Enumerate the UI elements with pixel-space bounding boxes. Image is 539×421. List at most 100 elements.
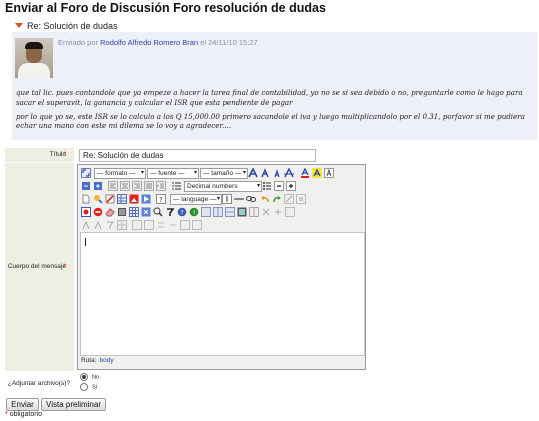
eraser-icon[interactable]	[105, 207, 115, 217]
merge-cells-icon[interactable]	[237, 207, 247, 217]
redo-format-icon[interactable]	[93, 181, 103, 191]
align-left-icon[interactable]	[108, 181, 118, 191]
table-edit-icon[interactable]	[129, 207, 139, 217]
visual-aid-icon[interactable]	[192, 220, 202, 230]
toolbar-row-1: — formato — ▾ — fuente — ▾ — tamaño — ▾	[80, 167, 363, 179]
body-label-cell: Cuerpo del mensaje *	[5, 163, 74, 371]
attach-option-no[interactable]: No	[80, 373, 99, 381]
format-select[interactable]: — formato — ▾	[94, 168, 146, 179]
insert-question-icon[interactable]: ?	[177, 207, 187, 217]
text-color-icon[interactable]	[300, 168, 310, 178]
editor-status-bar: Ruta: body	[81, 357, 114, 364]
delete-column-icon[interactable]	[180, 220, 190, 230]
row-before-icon[interactable]	[156, 220, 166, 230]
row-after-icon[interactable]	[168, 220, 178, 230]
help-icon[interactable]: ?	[156, 194, 166, 204]
text-medium-icon[interactable]	[260, 168, 270, 178]
split-cells-icon[interactable]	[249, 207, 259, 217]
text-style-icon[interactable]	[284, 168, 294, 178]
insert-image-icon[interactable]	[129, 194, 139, 204]
align-right-icon[interactable]	[132, 181, 142, 191]
cell-props-icon[interactable]	[261, 207, 271, 217]
post-subject: Re: Solución de dudas	[27, 21, 118, 31]
insert-row-icon[interactable]	[201, 207, 211, 217]
svg-text:!: !	[193, 209, 196, 217]
post-meta: Enviado por Rodolfo Alfredo Romero Bran …	[58, 38, 258, 47]
highlight-color-icon[interactable]	[312, 168, 322, 178]
required-mark: *	[5, 411, 8, 418]
required-mark: *	[63, 263, 66, 270]
align-center-icon[interactable]	[120, 181, 130, 191]
post-date: 24/11/10 15:27	[208, 38, 258, 47]
paste-icon[interactable]	[117, 207, 127, 217]
table-cell-icon[interactable]	[117, 220, 127, 230]
insert-media-icon[interactable]	[141, 194, 151, 204]
send-button[interactable]: Enviar	[6, 398, 39, 411]
outdent-icon[interactable]	[274, 181, 284, 191]
insert-column-icon[interactable]	[213, 207, 223, 217]
insert-anchor-icon[interactable]	[165, 207, 175, 217]
avatar	[15, 38, 53, 78]
toolbar-row-2: Decimal numbers ▾	[80, 180, 363, 192]
language-select[interactable]: — language — ▾	[170, 194, 222, 205]
horizontal-rule-icon[interactable]	[234, 194, 244, 204]
toolbar-row-4: ? !	[80, 206, 363, 218]
no-entry-icon[interactable]	[93, 207, 103, 217]
title-input[interactable]: Re: Solución de dudas	[79, 149, 316, 162]
required-note: obligatorio	[9, 411, 42, 418]
image-manager-icon[interactable]	[81, 207, 91, 217]
cut-icon[interactable]	[284, 194, 294, 204]
row-props-icon[interactable]	[273, 207, 283, 217]
text-large-icon[interactable]	[248, 168, 258, 178]
sent-by-prefix: Enviado por	[58, 38, 99, 47]
column-before-icon[interactable]	[132, 220, 142, 230]
plain-text-icon[interactable]	[324, 168, 334, 178]
copy-icon[interactable]	[296, 194, 306, 204]
table-delete-icon[interactable]	[285, 207, 295, 217]
indent-icon[interactable]	[156, 181, 166, 191]
add-indent-icon[interactable]	[286, 181, 296, 191]
spellcheck-icon[interactable]	[93, 194, 103, 204]
format-b-icon[interactable]	[93, 220, 103, 230]
undo-icon[interactable]	[260, 194, 270, 204]
text-small-icon[interactable]	[272, 168, 282, 178]
paint-icon[interactable]	[105, 194, 115, 204]
redo-icon[interactable]	[272, 194, 282, 204]
insert-exclamation-icon[interactable]: !	[189, 207, 199, 217]
attach-label: ¿Adjuntar archivo(s)?	[7, 380, 70, 387]
collapse-arrow-icon[interactable]	[15, 23, 23, 28]
undo-format-icon[interactable]	[81, 181, 91, 191]
insert-char-icon[interactable]	[222, 194, 232, 204]
toolbar-row-5	[80, 219, 363, 231]
list-style-select[interactable]: Decimal numbers ▾	[184, 181, 262, 192]
title-row: Título * Re: Solución de dudas	[5, 148, 535, 162]
new-document-icon[interactable]	[81, 194, 91, 204]
fullscreen-icon[interactable]	[81, 168, 91, 178]
column-after-icon[interactable]	[144, 220, 154, 230]
find-replace-icon[interactable]	[153, 207, 163, 217]
post-paragraph: por lo que yo se, este ISR se lo calculo…	[16, 111, 525, 131]
post-paragraph: que tal lic. pues contandole que ya empe…	[16, 88, 523, 107]
format-c-icon[interactable]	[105, 220, 115, 230]
table-icon[interactable]	[117, 194, 127, 204]
editor-content-area[interactable]	[80, 232, 365, 356]
title-label-cell: Título *	[5, 148, 74, 162]
path-label: Ruta:	[81, 357, 97, 364]
size-select[interactable]: — tamaño — ▾	[200, 168, 248, 179]
toolbar-row-3: ? — language — ▾	[80, 193, 363, 205]
path-body-link[interactable]: body	[100, 357, 114, 364]
emoticon-icon[interactable]	[141, 207, 151, 217]
svg-text:?: ?	[159, 196, 163, 204]
numbered-list-icon[interactable]	[172, 181, 182, 191]
font-select[interactable]: — fuente — ▾	[147, 168, 199, 179]
bullet-list-icon[interactable]	[262, 181, 272, 191]
align-justify-icon[interactable]	[144, 181, 154, 191]
attach-option-yes[interactable]: Sí	[80, 383, 97, 391]
author-link[interactable]: Rodolfo Alfredo Romero Bran	[100, 38, 198, 47]
format-a-icon[interactable]	[81, 220, 91, 230]
radio-no[interactable]	[80, 373, 88, 381]
preview-button[interactable]: Vista preliminar	[41, 398, 106, 411]
link-icon[interactable]	[246, 194, 256, 204]
radio-yes[interactable]	[80, 383, 88, 391]
delete-row-icon[interactable]	[225, 207, 235, 217]
